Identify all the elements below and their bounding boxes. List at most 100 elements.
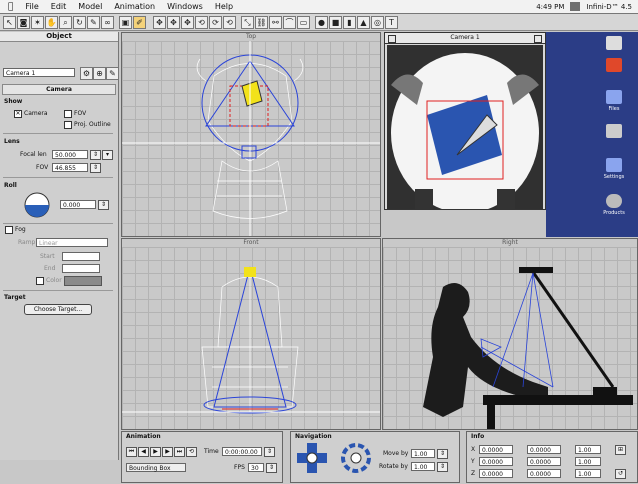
choose-target-button[interactable]: Choose Target... — [24, 304, 92, 315]
time-field[interactable]: 0:00:00.00 — [222, 447, 262, 456]
info-x-field-2[interactable]: 0.0000 — [527, 445, 561, 454]
cylinder-tool-icon[interactable]: ▮ — [343, 16, 356, 29]
focal-stepper-icon[interactable]: ⇕ — [90, 150, 101, 160]
apple-menu-icon[interactable]:  — [8, 2, 13, 12]
roll-field[interactable]: 0.000 — [60, 200, 96, 209]
show-camera-label: Camera — [24, 110, 48, 117]
rotate-by-field[interactable]: 1.00 — [411, 462, 435, 471]
text-tool-icon[interactable]: T — [385, 16, 398, 29]
rotate-stepper-icon[interactable]: ⇕ — [437, 462, 448, 472]
zoom-tool-icon[interactable]: ⌕ — [59, 16, 72, 29]
sphere-tool-icon[interactable]: ● — [315, 16, 328, 29]
app-menu-icon[interactable] — [570, 2, 581, 11]
render-mode-select[interactable]: Bounding Box — [126, 463, 186, 472]
app-name[interactable]: Infini-D™ 4.5 — [586, 3, 632, 11]
play-icon[interactable]: ▶ — [150, 447, 161, 457]
show-proj-outline-checkbox[interactable] — [64, 121, 72, 129]
menu-model[interactable]: Model — [78, 2, 102, 11]
info-z-field-2[interactable]: 0.0000 — [527, 469, 561, 478]
rewind-icon[interactable]: ⏮ — [126, 447, 137, 457]
cube-tool-icon[interactable]: ■ — [329, 16, 342, 29]
step-back-icon[interactable]: ◀ — [138, 447, 149, 457]
top-viewport[interactable]: Top — [121, 32, 381, 237]
fog-start-field[interactable] — [62, 252, 100, 261]
info-y-field-1[interactable]: 0.0000 — [479, 457, 513, 466]
menu-edit[interactable]: Edit — [51, 2, 67, 11]
rotate-y-icon[interactable]: ⟳ — [209, 16, 222, 29]
folder-icon[interactable] — [606, 90, 622, 104]
info-x-field-1[interactable]: 0.0000 — [479, 445, 513, 454]
camera-section-header[interactable]: Camera — [2, 84, 116, 95]
roll-stepper-icon[interactable]: ⇕ — [98, 200, 109, 210]
app-icon[interactable] — [606, 58, 622, 72]
front-viewport[interactable]: Front — [121, 238, 381, 430]
info-z-field-1[interactable]: 0.0000 — [479, 469, 513, 478]
disk-icon[interactable] — [606, 36, 622, 50]
fov-field[interactable]: 46.855 — [52, 163, 88, 172]
info-lock-icon[interactable]: ⊞ — [615, 445, 626, 455]
fog-color-swatch[interactable] — [64, 276, 102, 286]
menu-animation[interactable]: Animation — [114, 2, 155, 11]
rotate-tool-icon[interactable]: ↻ — [73, 16, 86, 29]
move-xz-icon[interactable]: ✥ — [167, 16, 180, 29]
ramp-select[interactable]: Linear — [36, 238, 108, 247]
unlink-object-icon[interactable]: ⚯ — [269, 16, 282, 29]
fog-color-checkbox[interactable] — [36, 277, 44, 285]
info-reset-icon[interactable]: ↺ — [615, 469, 626, 479]
plane-tool-icon[interactable]: ▭ — [297, 16, 310, 29]
show-camera-checkbox[interactable]: ✕ — [14, 110, 22, 118]
scale-tool-icon[interactable]: ⤡ — [241, 16, 254, 29]
bezier-tool-icon[interactable]: ⌒ — [283, 16, 296, 29]
info-z-field-3[interactable]: 1.00 — [575, 469, 601, 478]
menu-file[interactable]: File — [25, 2, 38, 11]
link-tool-icon[interactable]: ∞ — [101, 16, 114, 29]
info-x-field-3[interactable]: 1.00 — [575, 445, 601, 454]
camera-tool-icon[interactable]: ◙ — [17, 16, 30, 29]
time-stepper-icon[interactable]: ⇕ — [264, 447, 275, 457]
move-xy-icon[interactable]: ✥ — [153, 16, 166, 29]
fov-stepper-icon[interactable]: ⇕ — [90, 163, 101, 173]
move-by-field[interactable]: 1.00 — [411, 449, 435, 458]
roll-dial-icon[interactable] — [24, 192, 50, 218]
camera-window[interactable]: Camera 1 — [384, 32, 546, 210]
fps-stepper-icon[interactable]: ⇕ — [266, 463, 277, 473]
pen-tool-icon[interactable]: ✎ — [87, 16, 100, 29]
fog-end-field[interactable] — [62, 264, 100, 273]
move-yz-icon[interactable]: ✥ — [181, 16, 194, 29]
fps-field[interactable]: 30 — [248, 463, 264, 472]
right-viewport[interactable]: Right — [382, 238, 638, 430]
menu-windows[interactable]: Windows — [167, 2, 203, 11]
object-tool-a-icon[interactable]: ⚙ — [80, 67, 93, 80]
camera-window-titlebar[interactable]: Camera 1 — [385, 33, 545, 44]
torus-tool-icon[interactable]: ◎ — [371, 16, 384, 29]
move-pad-icon[interactable] — [297, 443, 327, 473]
cone-tool-icon[interactable]: ▲ — [357, 16, 370, 29]
menu-help[interactable]: Help — [215, 2, 233, 11]
show-fov-checkbox[interactable] — [64, 110, 72, 118]
drive-icon[interactable] — [606, 194, 622, 208]
light-tool-icon[interactable]: ✶ — [31, 16, 44, 29]
move-stepper-icon[interactable]: ⇕ — [437, 449, 448, 459]
rotate-x-icon[interactable]: ⟲ — [195, 16, 208, 29]
folder2-icon[interactable] — [606, 158, 622, 172]
info-y-field-2[interactable]: 0.0000 — [527, 457, 561, 466]
render-tool-icon[interactable]: ▣ — [119, 16, 132, 29]
info-y-field-3[interactable]: 1.00 — [575, 457, 601, 466]
rotate-z-icon[interactable]: ⟲ — [223, 16, 236, 29]
rotate-pad-icon[interactable] — [341, 443, 371, 473]
object-tool-c-icon[interactable]: ✎ — [106, 67, 119, 80]
loop-icon[interactable]: ⟲ — [186, 447, 197, 457]
step-forward-icon[interactable]: ▶ — [162, 447, 173, 457]
fast-forward-icon[interactable]: ⏭ — [174, 447, 185, 457]
doc-icon[interactable] — [606, 124, 622, 138]
paint-tool-icon[interactable]: ✐ — [133, 16, 146, 29]
fog-checkbox[interactable] — [5, 226, 13, 234]
hand-tool-icon[interactable]: ✋ — [45, 16, 58, 29]
object-tool-b-icon[interactable]: ⊕ — [93, 67, 106, 80]
focal-length-field[interactable]: 50.000 — [52, 150, 88, 159]
zoom-box-icon[interactable] — [534, 35, 542, 43]
lens-popup-icon[interactable]: ▾ — [102, 150, 113, 160]
object-name-field[interactable]: Camera 1 — [3, 68, 75, 77]
arrow-tool-icon[interactable]: ↖ — [3, 16, 16, 29]
link-object-icon[interactable]: ⛓ — [255, 16, 268, 29]
